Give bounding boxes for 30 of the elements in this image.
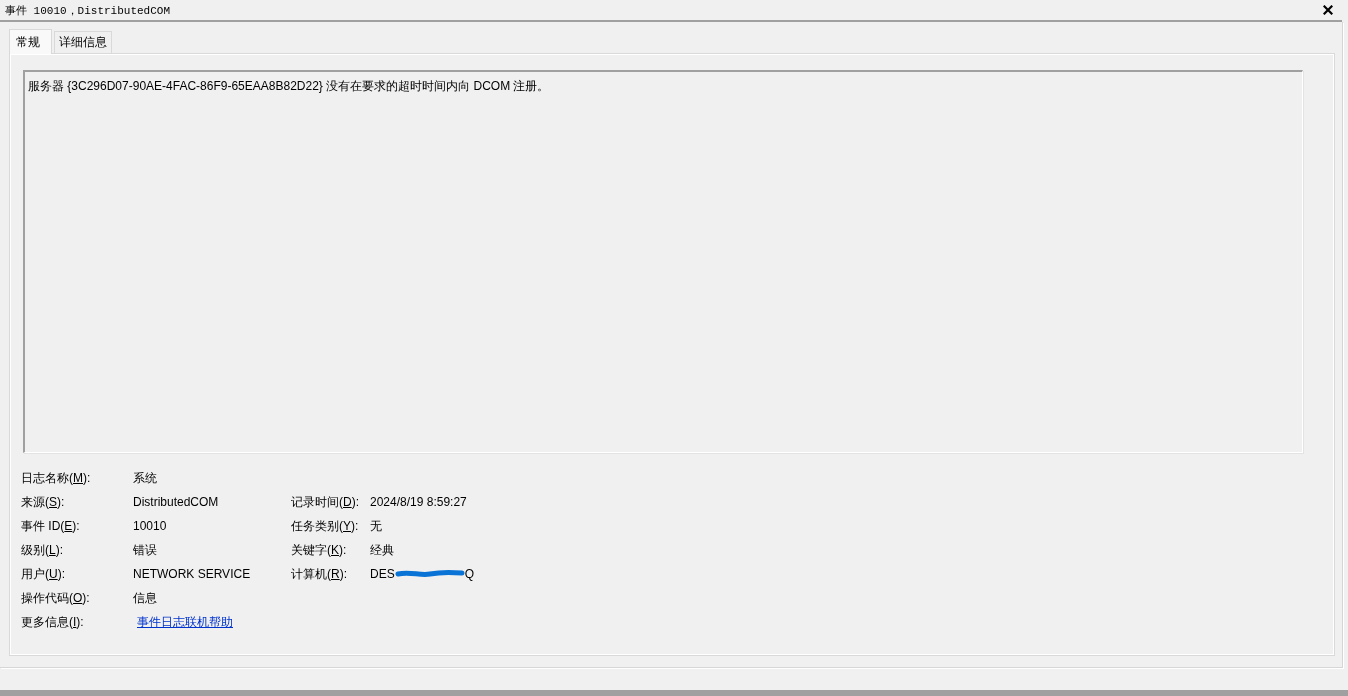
field-label: 事件 ID(E):: [21, 517, 81, 535]
field-label: 日志名称(M):: [21, 469, 92, 487]
field-label: 记录时间(D):: [291, 493, 360, 511]
field-value: 信息: [133, 589, 158, 607]
field-label: 用户(U):: [21, 565, 66, 583]
field-value: NETWORK SERVICE: [133, 567, 252, 581]
tab[interactable]: 详细信息: [54, 31, 112, 53]
description-field[interactable]: 服务器 {3C296D07-90AE-4FAC-86F9-65EAA8B82D22} 没有在要求的超时时间内向 DCOM 注册。: [23, 70, 1303, 453]
field-value: 2024/8/19 8:59:27: [370, 495, 467, 509]
help-link[interactable]: 事件日志联机帮助: [137, 614, 233, 629]
field-value: 无: [370, 517, 382, 535]
field-value: 经典: [370, 541, 394, 559]
field-label: 计算机(R):: [291, 565, 348, 583]
field-value: DES: [370, 567, 395, 581]
field-value: DistributedCOM: [133, 495, 220, 509]
field-label: 任务类别(Y):: [291, 517, 360, 535]
field-label: 级别(L):: [21, 541, 65, 559]
field-value: Q: [464, 567, 475, 581]
field-value: 错误: [133, 541, 158, 559]
field-label: 关键字(K):: [291, 541, 348, 559]
description-text: 服务器 {3C296D07-90AE-4FAC-86F9-65EAA8B82D22} 没有在要求的超时时间内向 DCOM 注册。: [28, 79, 550, 93]
window-title: 事件 10010，DistributedCOM: [5, 3, 171, 18]
tab[interactable]: 常规: [9, 29, 52, 54]
field-label: 操作代码(O):: [21, 589, 91, 607]
field-label: 更多信息(I):: [21, 613, 85, 631]
field-value: 系统: [133, 469, 158, 487]
close-icon[interactable]: [1323, 5, 1333, 15]
field-label: 来源(S):: [21, 493, 66, 511]
scribble-icon: [394, 568, 465, 580]
field-value: 10010: [133, 519, 168, 533]
